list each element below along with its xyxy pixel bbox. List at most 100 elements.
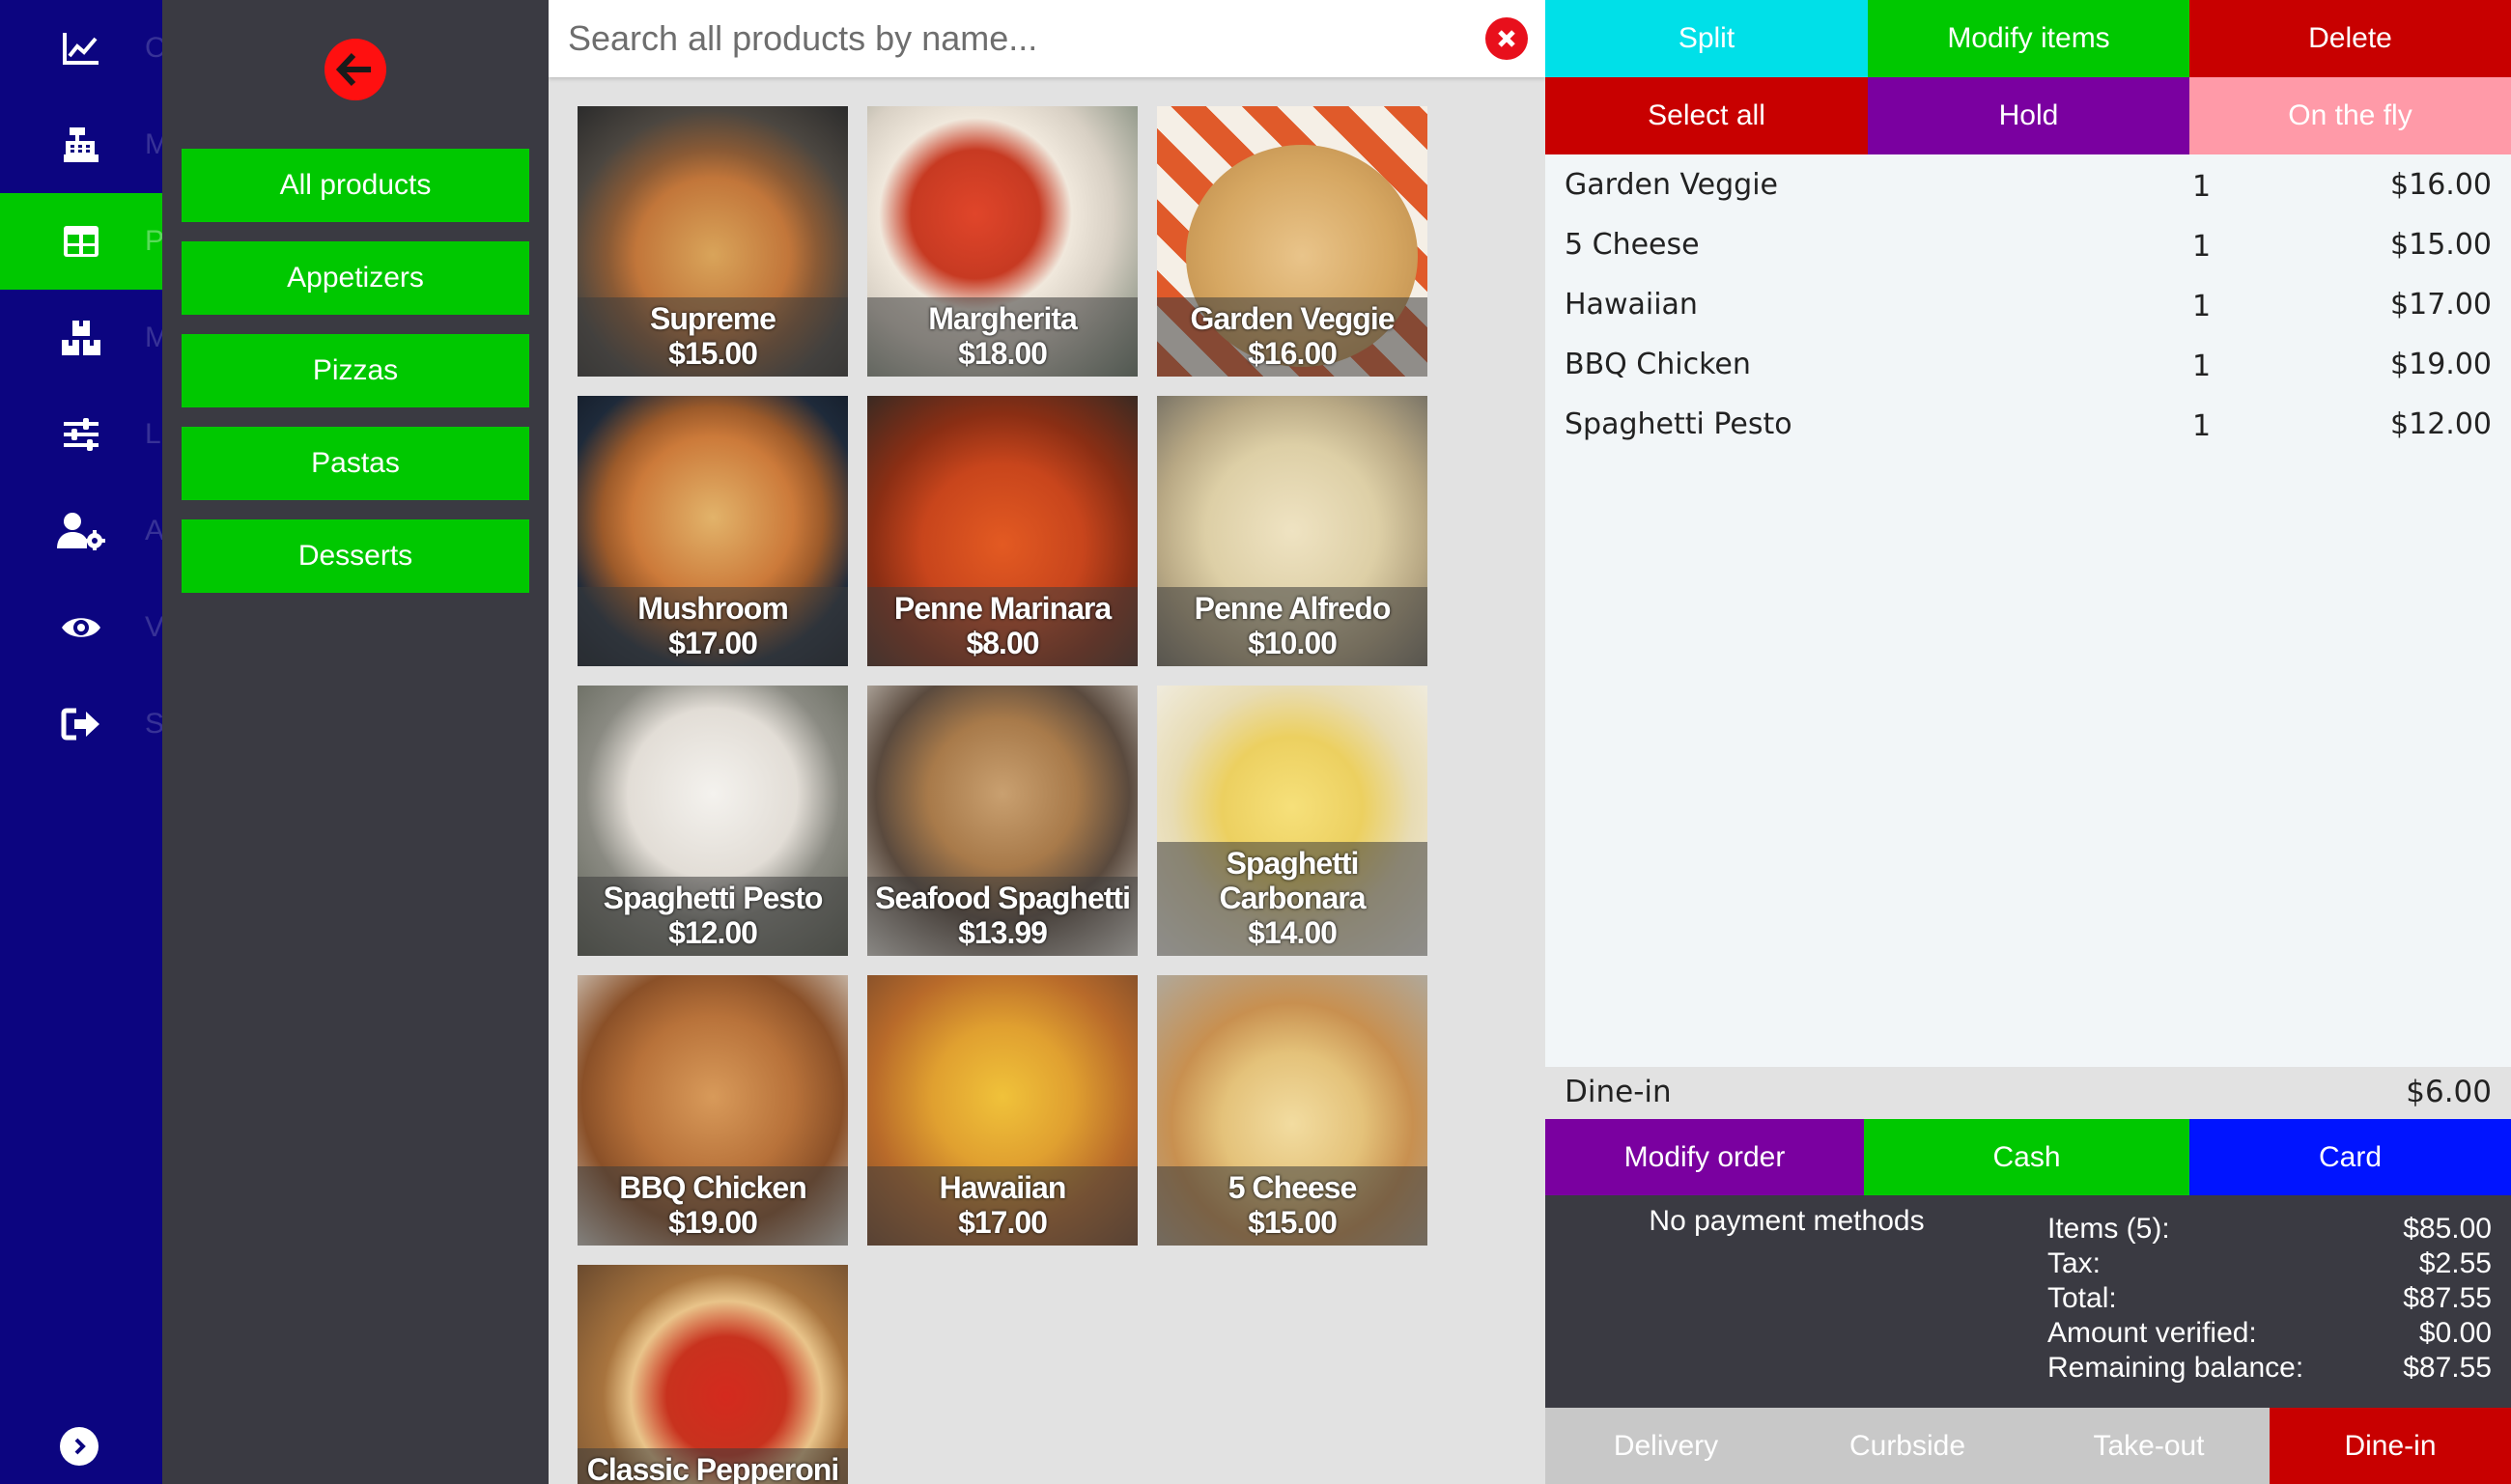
product-name: Mushroom [637,591,789,626]
order-line-item[interactable]: Hawaiian 1 $17.00 [1545,276,2511,336]
product-name: Spaghetti Carbonara [1219,846,1366,915]
order-item-name: 5 Cheese [1565,228,1700,262]
summary-amount-verified: Amount verified: $0.00 [2047,1317,2492,1352]
nav-register[interactable]: M [0,97,169,193]
dine-in-fee-row: Dine-in $6.00 [1545,1067,2511,1119]
order-item-qty: 1 [2192,350,2212,383]
nav-label: A [145,515,165,546]
nav-products[interactable]: P [0,193,165,290]
product-name: Garden Veggie [1190,301,1395,336]
product-caption: BBQ Chicken $19.00 [578,1166,848,1246]
order-item-price: $19.00 [2390,348,2492,381]
nav-settings[interactable]: L [0,386,162,483]
nav-sign-out[interactable]: S [0,676,165,772]
product-price: $10.00 [1248,626,1338,660]
order-item-price: $17.00 [2390,288,2492,322]
product-tile-penne-marinara[interactable]: Penne Marinara $8.00 [867,396,1138,666]
product-tile-mushroom[interactable]: Mushroom $17.00 [578,396,848,666]
order-item-qty: 1 [2192,409,2212,443]
product-tile-spaghetti-carbonara[interactable]: Spaghetti Carbonara $14.00 [1157,686,1427,956]
product-caption: Spaghetti Pesto $12.00 [578,877,848,956]
product-name: Spaghetti Pesto [603,881,824,915]
order-summary: No payment methods Items (5): $85.00 Tax:… [1545,1195,2511,1408]
category-all-products[interactable]: All products [182,149,529,222]
order-item-name: Garden Veggie [1565,168,1779,202]
product-name: 5 Cheese [1227,1170,1358,1205]
close-icon[interactable] [1485,17,1528,60]
product-tile-seafood-spaghetti[interactable]: Seafood Spaghetti $13.99 [867,686,1138,956]
nav-label: V [145,611,165,643]
product-grid-area: Supreme$15.00 Margherita$18.00 Garden Ve… [549,0,1545,1484]
product-caption: Seafood Spaghetti $13.99 [867,877,1138,956]
product-tile-penne-alfredo[interactable]: Penne Alfredo $10.00 [1157,396,1427,666]
nav-label: S [145,708,165,740]
summary-value: $2.55 [2418,1247,2492,1279]
order-panel: Split Modify items Delete Select all Hol… [1545,0,2511,1484]
arrow-left-circle-icon[interactable] [324,39,386,100]
select-all-button[interactable]: Select all [1545,77,1868,154]
product-tile-garden-veggie[interactable]: Garden Veggie $16.00 [1157,106,1427,377]
order-line-item[interactable]: 5 Cheese 1 $15.00 [1545,216,2511,276]
category-appetizers[interactable]: Appetizers [182,241,529,315]
order-item-qty: 1 [2192,170,2212,204]
category-panel: All products Appetizers Pizzas Pastas De… [162,0,549,1484]
nav-accounts[interactable]: A [0,483,165,579]
product-price: $15.00 [668,336,758,371]
category-desserts[interactable]: Desserts [182,519,529,593]
order-item-name: Spaghetti Pesto [1565,407,1792,441]
order-line-item[interactable]: BBQ Chicken 1 $19.00 [1545,336,2511,396]
order-type-take-out[interactable]: Take-out [2028,1408,2270,1484]
nav-label: P [145,225,165,257]
product-name: Penne Alfredo [1194,591,1392,626]
product-tile-hawaiian[interactable]: Hawaiian $17.00 [867,975,1138,1246]
modify-items-button[interactable]: Modify items [1868,0,2189,77]
nav-inventory[interactable]: M [0,290,169,386]
category-pizzas[interactable]: Pizzas [182,334,529,407]
product-caption: Penne Alfredo $10.00 [1157,587,1427,666]
sign-out-icon [0,707,162,742]
product-tile-classic-pepperoni[interactable]: Classic Pepperoni [578,1265,848,1484]
cash-register-icon [0,126,162,164]
card-button[interactable]: Card [2189,1119,2511,1195]
hold-button[interactable]: Hold [1868,77,2189,154]
summary-label: Amount verified: [2047,1317,2257,1349]
chevron-right-circle-icon[interactable] [60,1427,99,1466]
order-item-qty: 1 [2192,290,2212,323]
product-name: Penne Marinara [893,591,1112,626]
product-tile-5-cheese[interactable]: 5 Cheese $15.00 [1157,975,1427,1246]
order-line-item[interactable]: Spaghetti Pesto 1 $12.00 [1545,396,2511,456]
nav-view[interactable]: V [0,579,165,676]
modify-order-button[interactable]: Modify order [1545,1119,1864,1195]
order-type-curbside[interactable]: Curbside [1787,1408,2028,1484]
eye-icon [0,613,162,642]
nav-dashboard[interactable]: C [0,0,166,97]
on-the-fly-button[interactable]: On the fly [2189,77,2511,154]
order-type-dine-in[interactable]: Dine-in [2270,1408,2511,1484]
product-caption: Garden Veggie $16.00 [1157,297,1427,377]
product-tile-supreme[interactable]: Supreme $15.00 [578,106,848,377]
order-item-price: $12.00 [2390,407,2492,441]
order-line-item[interactable]: Garden Veggie 1 $16.00 [1545,156,2511,216]
product-name: Supreme [650,301,776,336]
split-button[interactable]: Split [1545,0,1868,77]
order-item-price: $15.00 [2390,228,2492,262]
product-price: $15.00 [1248,1205,1338,1240]
search-input[interactable] [568,14,1437,64]
product-caption: Spaghetti Carbonara $14.00 [1157,842,1427,956]
product-name: Classic Pepperoni [586,1452,839,1484]
cash-button[interactable]: Cash [1864,1119,2189,1195]
table-grid-icon [0,224,162,259]
summary-items: Items (5): $85.00 [2047,1213,2492,1247]
product-price: $12.00 [668,915,758,950]
product-price: $19.00 [668,1205,758,1240]
delete-button[interactable]: Delete [2189,0,2511,77]
product-tile-spaghetti-pesto[interactable]: Spaghetti Pesto $12.00 [578,686,848,956]
category-pastas[interactable]: Pastas [182,427,529,500]
product-name: BBQ Chicken [619,1170,806,1205]
user-gear-icon [0,512,162,550]
search-bar [549,0,1545,77]
product-tile-bbq-chicken[interactable]: BBQ Chicken $19.00 [578,975,848,1246]
summary-value: $0.00 [2418,1317,2492,1349]
order-type-delivery[interactable]: Delivery [1545,1408,1787,1484]
product-tile-margherita[interactable]: Margherita $18.00 [867,106,1138,377]
